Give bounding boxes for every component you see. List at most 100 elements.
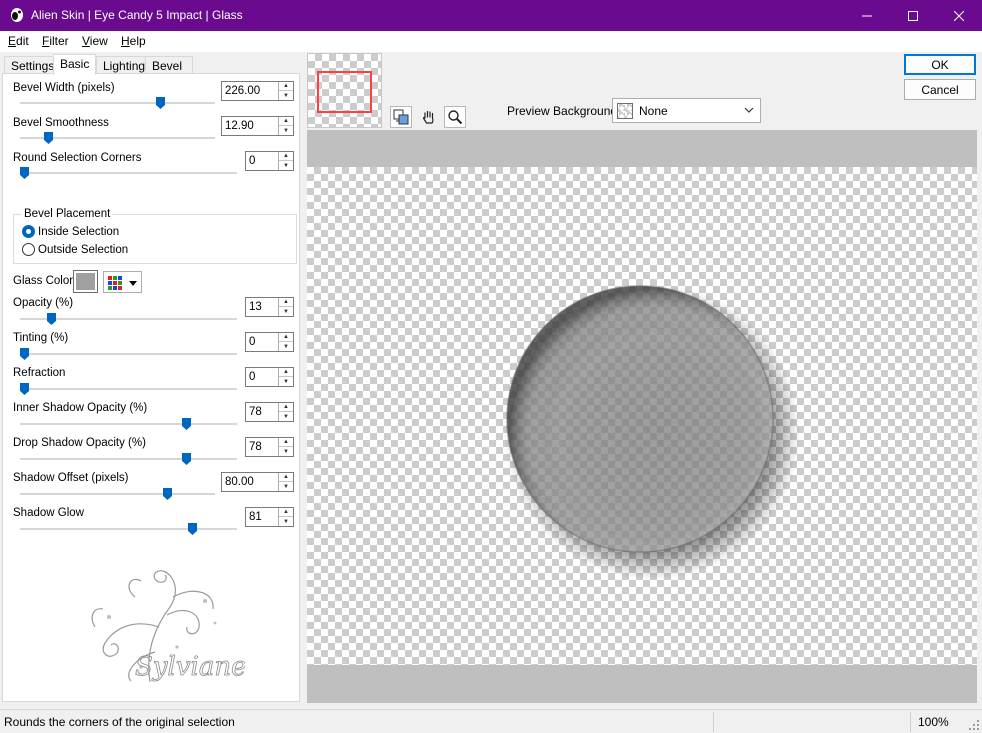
zoom-level: 100% [918,715,949,729]
menu-edit[interactable]: Edit [8,34,29,48]
spin-up-icon[interactable]: ▲ [279,508,293,517]
inner-shadow-label: Inner Shadow Opacity (%) [13,402,148,414]
slider-thumb[interactable] [156,97,165,109]
inner-shadow-value: 78 [249,406,262,418]
menu-help[interactable]: Help [121,34,146,48]
slider-thumb[interactable] [182,418,191,430]
bevel-smoothness-spinner[interactable]: 12.90 ▲ ▼ [221,116,294,136]
tinting-label: Tinting (%) [13,332,69,344]
inside-selection-label: Inside Selection [38,225,120,238]
slider-thumb[interactable] [182,453,191,465]
magnifier-icon [448,110,463,125]
round-corners-slider[interactable] [20,167,237,179]
drop-shadow-spinner[interactable]: 78 ▲ ▼ [245,437,294,457]
spin-down-icon[interactable]: ▼ [279,307,293,316]
bevel-width-slider[interactable] [20,97,215,109]
spin-up-icon[interactable]: ▲ [279,368,293,377]
hand-tool-button[interactable] [418,106,440,128]
cancel-button[interactable]: Cancel [904,79,976,100]
inner-shadow-slider[interactable] [20,418,237,430]
outside-selection-radio[interactable]: Outside Selection [22,243,128,256]
minimize-button[interactable] [844,0,890,31]
spin-down-icon[interactable]: ▼ [279,377,293,386]
maximize-button[interactable] [890,0,936,31]
spin-down-icon[interactable]: ▼ [279,126,293,135]
preview-canvas[interactable] [307,130,977,703]
resize-grip-icon[interactable] [968,719,980,731]
drop-shadow-slider[interactable] [20,453,237,465]
dropdown-arrow-icon [129,281,137,286]
outside-selection-label: Outside Selection [38,243,129,256]
spin-down-icon[interactable]: ▼ [279,447,293,456]
glass-color-swatch[interactable] [73,270,98,293]
inside-selection-radio[interactable]: Inside Selection [22,225,119,238]
spin-up-icon[interactable]: ▲ [279,403,293,412]
bevel-smoothness-slider[interactable] [20,132,215,144]
refraction-label: Refraction [13,367,66,379]
bevel-width-value: 226.00 [225,85,261,97]
close-button[interactable] [936,0,982,31]
window-title: Alien Skin | Eye Candy 5 Impact | Glass [31,8,243,22]
spin-down-icon[interactable]: ▼ [279,517,293,526]
bevel-width-spinner[interactable]: 226.00 ▲ ▼ [221,81,294,101]
menu-view[interactable]: View [82,34,108,48]
status-bar: Rounds the corners of the original selec… [0,709,982,733]
glass-bevel-shape [507,286,773,552]
menu-filter[interactable]: Filter [42,34,69,48]
round-corners-value: 0 [249,155,256,167]
shadow-glow-slider[interactable] [20,523,237,535]
toggle-preview-button[interactable] [390,106,412,128]
shadow-glow-spinner[interactable]: 81 ▲ ▼ [245,507,294,527]
shadow-offset-value: 80.00 [225,476,254,488]
radio-checked-icon[interactable] [22,225,35,238]
tinting-spinner[interactable]: 0 ▲ ▼ [245,332,294,352]
ok-button[interactable]: OK [904,54,976,75]
radio-unchecked-icon[interactable] [22,243,35,256]
status-message: Rounds the corners of the original selec… [4,715,235,729]
slider-thumb[interactable] [163,488,172,500]
spin-up-icon[interactable]: ▲ [279,473,293,482]
spin-down-icon[interactable]: ▼ [279,342,293,351]
drop-shadow-label: Drop Shadow Opacity (%) [13,437,146,449]
navigator-thumbnail[interactable] [307,53,382,128]
preview-background-select[interactable]: None [612,98,761,123]
tab-basic[interactable]: Basic [53,54,97,75]
navigator-view-rectangle[interactable] [317,71,372,113]
refraction-slider[interactable] [20,383,237,395]
watermark-text: Sylviane [135,652,245,682]
spin-up-icon[interactable]: ▲ [279,82,293,91]
inner-shadow-spinner[interactable]: 78 ▲ ▼ [245,402,294,422]
opacity-spinner[interactable]: 13 ▲ ▼ [245,297,294,317]
slider-thumb[interactable] [47,313,56,325]
refraction-value: 0 [249,371,256,383]
zoom-tool-button[interactable] [444,106,466,128]
slider-thumb[interactable] [20,383,29,395]
slider-thumb[interactable] [20,167,29,179]
refraction-spinner[interactable]: 0 ▲ ▼ [245,367,294,387]
opacity-slider[interactable] [20,313,237,325]
shadow-offset-label: Shadow Offset (pixels) [13,472,129,484]
transparent-canvas [307,167,977,665]
round-corners-spinner[interactable]: 0 ▲ ▼ [245,151,294,171]
spin-up-icon[interactable]: ▲ [279,298,293,307]
spin-up-icon[interactable]: ▲ [279,117,293,126]
spin-up-icon[interactable]: ▲ [279,152,293,161]
spin-down-icon[interactable]: ▼ [279,161,293,170]
shadow-offset-slider[interactable] [20,488,215,500]
glass-color-label: Glass Color [13,275,74,287]
bevel-placement-group: Bevel Placement Inside Selection Outside… [13,208,297,264]
spin-up-icon[interactable]: ▲ [279,333,293,342]
tinting-value: 0 [249,336,256,348]
tinting-slider[interactable] [20,348,237,360]
shadow-offset-spinner[interactable]: 80.00 ▲ ▼ [221,472,294,492]
slider-thumb[interactable] [188,523,197,535]
slider-thumb[interactable] [20,348,29,360]
spin-up-icon[interactable]: ▲ [279,438,293,447]
spin-down-icon[interactable]: ▼ [279,482,293,491]
color-picker-button[interactable] [103,271,142,293]
spin-down-icon[interactable]: ▼ [279,91,293,100]
status-divider [910,712,911,732]
bevel-placement-legend: Bevel Placement [22,208,113,220]
slider-thumb[interactable] [44,132,53,144]
spin-down-icon[interactable]: ▼ [279,412,293,421]
